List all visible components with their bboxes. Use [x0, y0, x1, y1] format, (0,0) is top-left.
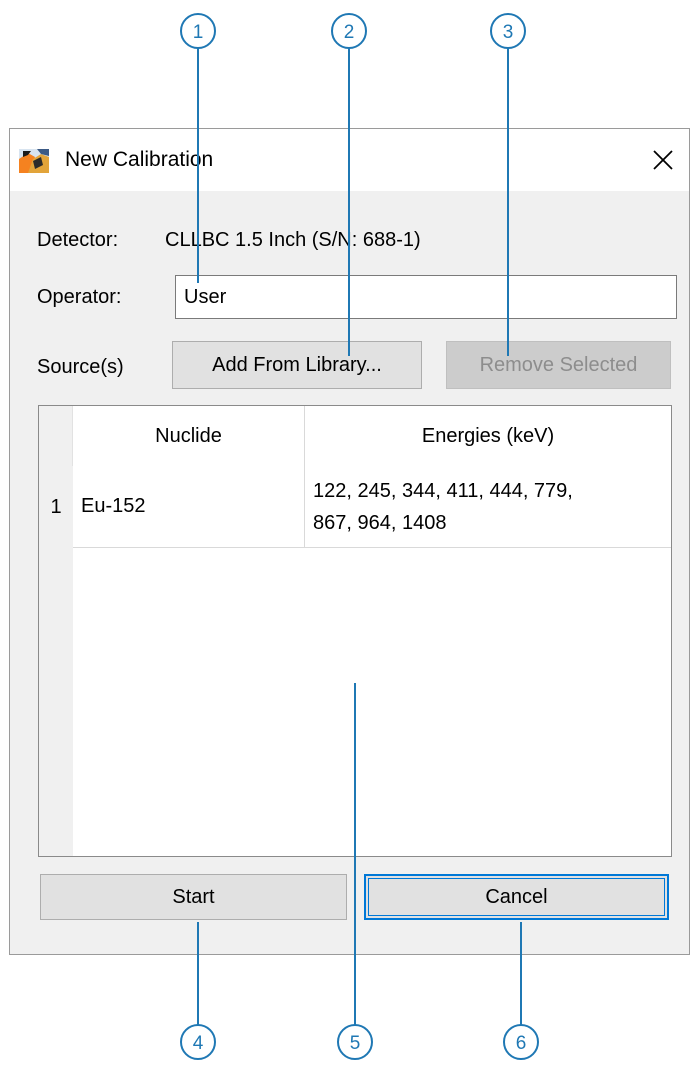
callout-number-5: 5	[350, 1033, 361, 1054]
callout-number-1: 1	[193, 22, 204, 43]
callout-circle-3	[490, 13, 526, 49]
page: New Calibration Detector: CLLBC 1.5 Inch…	[0, 0, 697, 1072]
table-corner-header	[39, 406, 73, 466]
cancel-button[interactable]: Cancel	[364, 874, 669, 920]
close-icon	[653, 150, 673, 170]
callout-circle-1	[180, 13, 216, 49]
add-from-library-button[interactable]: Add From Library...	[172, 341, 422, 389]
callout-circle-2	[331, 13, 367, 49]
energies-cell[interactable]: 122, 245, 344, 411, 444, 779, 867, 964, …	[305, 466, 671, 548]
detector-label: Detector:	[37, 229, 119, 251]
row-number[interactable]: 1	[39, 466, 73, 548]
callout-circle-6	[503, 1024, 539, 1060]
nuclide-cell[interactable]: Eu-152	[73, 466, 305, 548]
callout-circle-5	[337, 1024, 373, 1060]
title-bar: New Calibration	[10, 129, 689, 191]
close-button[interactable]	[643, 141, 683, 179]
callout-number-3: 3	[503, 22, 514, 43]
column-header-energies[interactable]: Energies (keV)	[305, 406, 671, 466]
column-header-nuclide[interactable]: Nuclide	[73, 406, 305, 466]
remove-selected-button[interactable]: Remove Selected	[446, 341, 671, 389]
new-calibration-dialog: New Calibration Detector: CLLBC 1.5 Inch…	[9, 128, 690, 955]
energies-line-1: 122, 245, 344, 411, 444, 779,	[313, 479, 573, 502]
operator-input[interactable]	[175, 275, 677, 319]
sources-table[interactable]: Nuclide Energies (keV) 1 Eu-152 122, 245…	[38, 405, 672, 857]
detector-value: CLLBC 1.5 Inch (S/N: 688-1)	[165, 229, 421, 251]
start-button[interactable]: Start	[40, 874, 347, 920]
callout-circle-4	[180, 1024, 216, 1060]
calibration-app-icon	[19, 149, 49, 173]
energies-line-2: 867, 964, 1408	[313, 511, 447, 534]
callout-number-2: 2	[344, 22, 355, 43]
callout-number-6: 6	[516, 1033, 527, 1054]
table-row[interactable]: 1 Eu-152 122, 245, 344, 411, 444, 779, 8…	[39, 466, 671, 548]
window-title: New Calibration	[65, 148, 214, 171]
sources-label: Source(s)	[37, 356, 124, 378]
operator-label: Operator:	[37, 286, 122, 308]
callout-number-4: 4	[193, 1033, 204, 1054]
